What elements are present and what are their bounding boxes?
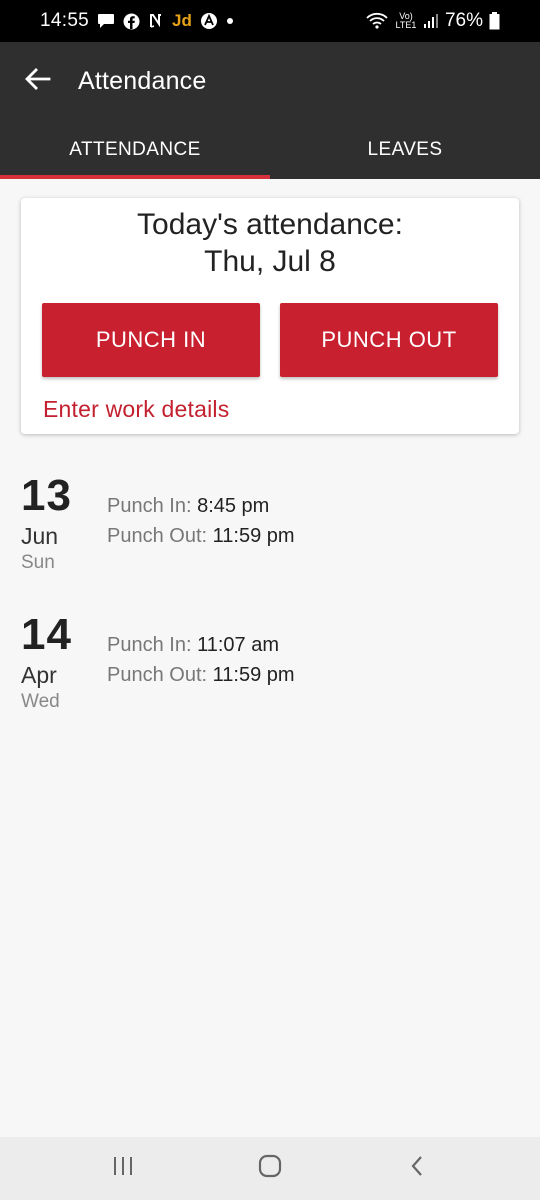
- status-bar: 14:55 Jd Vo) LTE1 76%: [0, 0, 540, 42]
- today-date: Thu, Jul 8: [204, 245, 336, 278]
- recents-icon: [112, 1156, 134, 1181]
- status-left: 14:55 Jd: [40, 10, 234, 32]
- punch-in-time: 8:45 pm: [197, 495, 270, 517]
- record-punch-out: Punch Out: 11:59 pm: [107, 521, 295, 551]
- punch-out-label: Punch Out:: [107, 525, 208, 547]
- recents-button[interactable]: [93, 1144, 153, 1194]
- network-label: Vo) LTE1: [395, 11, 417, 30]
- record-weekday: Wed: [21, 691, 60, 712]
- punch-out-button[interactable]: PUNCH OUT: [280, 303, 498, 377]
- jd-app-label: Jd: [172, 11, 192, 30]
- punch-out-time: 11:59 pm: [212, 525, 295, 547]
- status-time: 14:55: [40, 10, 90, 31]
- punch-in-label: Punch In:: [107, 634, 192, 656]
- record-punch-in: Punch In: 11:07 am: [107, 630, 279, 660]
- battery-percent: 76%: [444, 10, 483, 31]
- record-day: 14: [21, 610, 72, 659]
- attendance-record[interactable]: 14 Apr Wed Punch In: 11:07 am Punch Out:…: [0, 611, 540, 721]
- attendance-record[interactable]: 13 Jun Sun Punch In: 8:45 pm Punch Out: …: [0, 472, 540, 582]
- home-button[interactable]: [240, 1144, 300, 1194]
- punch-in-time: 11:07 am: [197, 634, 279, 656]
- tab-bar: ATTENDANCE LEAVES: [0, 120, 540, 179]
- punch-in-label: Punch In:: [107, 495, 192, 517]
- status-right: Vo) LTE1 76%: [365, 10, 500, 32]
- tab-leaves[interactable]: LEAVES: [270, 120, 540, 179]
- tab-attendance[interactable]: ATTENDANCE: [0, 120, 270, 179]
- jd-app-icon: Jd: [172, 11, 192, 31]
- today-attendance-card: Today's attendance: Thu, Jul 8 PUNCH IN …: [21, 198, 519, 434]
- record-weekday: Sun: [21, 552, 55, 573]
- record-date: 14 Apr Wed: [21, 611, 91, 715]
- n-app-icon: [148, 13, 164, 29]
- more-notifications-dot-icon: [226, 17, 234, 25]
- tab-leaves-label: LEAVES: [367, 138, 443, 160]
- today-attendance-title: Today's attendance: Thu, Jul 8: [21, 206, 519, 280]
- punch-out-time: 11:59 pm: [212, 664, 295, 686]
- signal-icon: [423, 13, 439, 29]
- punch-out-label: Punch Out:: [107, 664, 208, 686]
- record-punch-in: Punch In: 8:45 pm: [107, 491, 269, 521]
- chat-notification-icon: [97, 13, 115, 29]
- home-icon: [258, 1154, 282, 1183]
- back-button[interactable]: [10, 53, 66, 109]
- wifi-icon: [365, 12, 389, 30]
- nav-back-button[interactable]: [387, 1144, 447, 1194]
- system-nav-bar: [0, 1137, 540, 1200]
- battery-icon: [489, 12, 500, 30]
- page-title: Attendance: [78, 66, 207, 95]
- record-month: Jun: [21, 523, 59, 549]
- record-day: 13: [21, 471, 72, 520]
- record-punch-out: Punch Out: 11:59 pm: [107, 660, 295, 690]
- arrow-left-icon: [25, 67, 51, 95]
- a-app-icon: [200, 12, 218, 30]
- record-month: Apr: [21, 662, 57, 688]
- lte-icon: Vo) LTE1: [395, 12, 417, 30]
- facebook-icon: [123, 13, 140, 30]
- enter-work-details-link[interactable]: Enter work details: [43, 396, 519, 423]
- punch-buttons: PUNCH IN PUNCH OUT: [21, 303, 519, 377]
- today-attendance-heading: Today's attendance:: [137, 208, 403, 241]
- tab-attendance-label: ATTENDANCE: [69, 138, 201, 160]
- record-date: 13 Jun Sun: [21, 472, 91, 576]
- app-bar: Attendance: [0, 42, 540, 120]
- chevron-left-icon: [410, 1155, 424, 1182]
- punch-in-button[interactable]: PUNCH IN: [42, 303, 260, 377]
